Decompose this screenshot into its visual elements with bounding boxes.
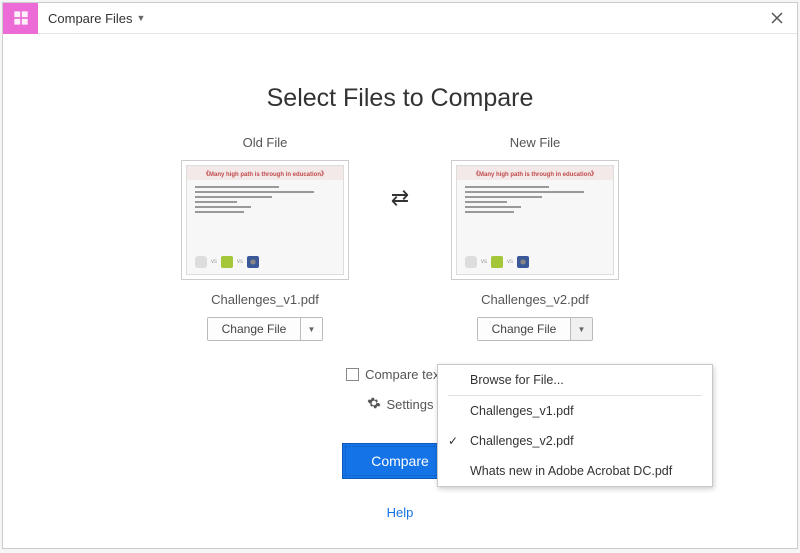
title-dropdown[interactable]: Compare Files ▼ <box>38 11 145 26</box>
check-icon: ✓ <box>448 434 458 448</box>
old-file-preview-title: 《Many high path is through in education》 <box>187 166 343 180</box>
new-file-preview-title: 《Many high path is through in education》 <box>457 166 613 180</box>
menu-item-label: Challenges_v1.pdf <box>470 404 574 418</box>
file-selection-row: Old File 《Many high path is through in e… <box>43 135 757 341</box>
new-file-column: New File 《Many high path is through in e… <box>435 135 635 341</box>
menu-recent-file[interactable]: ✓ Challenges_v2.pdf <box>438 426 712 456</box>
chevron-down-icon: ▼ <box>308 325 316 334</box>
page-heading: Select Files to Compare <box>43 84 757 113</box>
swap-button[interactable]: ⇄ <box>391 185 409 211</box>
compare-files-window: Compare Files ▼ Select Files to Compare … <box>2 2 798 549</box>
new-file-label: New File <box>510 135 561 150</box>
old-file-column: Old File 《Many high path is through in e… <box>165 135 365 341</box>
close-icon <box>771 12 783 24</box>
window-title: Compare Files <box>48 11 133 26</box>
swap-column: ⇄ <box>365 135 435 211</box>
old-change-file-group: Change File ▼ <box>207 317 323 341</box>
old-file-preview: 《Many high path is through in education》… <box>186 165 344 275</box>
new-file-preview: 《Many high path is through in education》… <box>456 165 614 275</box>
menu-recent-file[interactable]: Challenges_v1.pdf <box>438 396 712 426</box>
new-file-thumbnail[interactable]: 《Many high path is through in education》… <box>451 160 619 280</box>
new-change-file-dropdown[interactable]: ▼ <box>570 318 592 340</box>
menu-item-label: Challenges_v2.pdf <box>470 434 574 448</box>
gear-icon <box>367 396 381 413</box>
new-file-name: Challenges_v2.pdf <box>481 292 589 307</box>
compare-text-only-checkbox[interactable] <box>346 368 359 381</box>
app-icon <box>3 3 38 34</box>
caret-down-icon: ▼ <box>137 13 146 23</box>
change-file-menu: Browse for File... Challenges_v1.pdf ✓ C… <box>437 364 713 487</box>
settings-label: Settings <box>387 397 434 412</box>
menu-recent-file[interactable]: Whats new in Adobe Acrobat DC.pdf <box>438 456 712 486</box>
old-file-label: Old File <box>243 135 288 150</box>
new-change-file-group: Change File ▼ <box>477 317 593 341</box>
old-change-file-button[interactable]: Change File <box>208 318 300 340</box>
old-file-name: Challenges_v1.pdf <box>211 292 319 307</box>
close-button[interactable] <box>757 3 797 34</box>
new-change-file-button[interactable]: Change File <box>478 318 570 340</box>
settings-row[interactable]: Settings <box>367 396 434 413</box>
chevron-down-icon: ▼ <box>578 325 586 334</box>
titlebar: Compare Files ▼ <box>3 3 797 34</box>
menu-item-label: Whats new in Adobe Acrobat DC.pdf <box>470 464 672 478</box>
menu-browse-for-file[interactable]: Browse for File... <box>438 365 712 395</box>
old-file-thumbnail[interactable]: 《Many high path is through in education》… <box>181 160 349 280</box>
old-change-file-dropdown[interactable]: ▼ <box>300 318 322 340</box>
help-link[interactable]: Help <box>387 505 414 520</box>
